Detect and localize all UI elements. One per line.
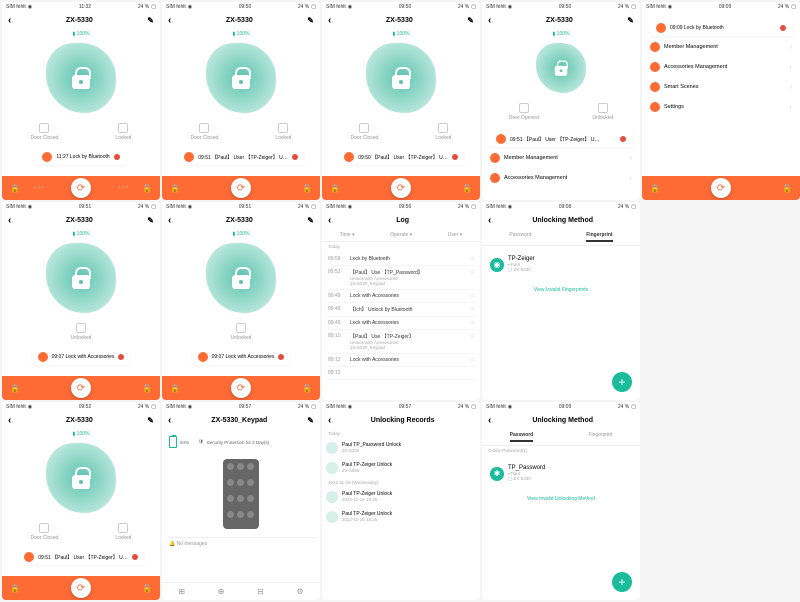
edit-icon[interactable]: ✎: [307, 216, 314, 225]
lock-screen-3: SIM fehlt◉09:5024 %▢ ‹ZX-5330✎ ▮ 100% Do…: [322, 2, 480, 200]
keypad-image: [223, 459, 259, 529]
log-item[interactable]: 09:49【Ich】 Unlock by Bluetooth⌂: [326, 303, 476, 317]
keypad-screen: SIM fehlt◉09:5724 %▢ ‹ZX-5330_Keypad✎ 84…: [162, 402, 320, 600]
unlock-slider[interactable]: 🔒⟳🔓: [322, 176, 480, 200]
log-item[interactable]: 09:10【Paul】 Use 【TP-Zeiger】Unlock with A…: [326, 330, 476, 354]
view-invalid-link[interactable]: View Invalid Unlocking Method: [482, 492, 640, 506]
page-title: ZX-5330: [11, 17, 147, 24]
alert-row[interactable]: 09:07 Lock with Accessories: [32, 349, 131, 365]
nav-icon[interactable]: ⊕: [218, 587, 225, 596]
add-button[interactable]: +: [612, 372, 632, 392]
page-title: Unlocking Method: [491, 417, 634, 424]
view-invalid-link[interactable]: View Invalid Fingerprints: [482, 283, 640, 297]
record-item[interactable]: Paul TP-Zeiger Unlock2022-11-18 18:25: [322, 487, 480, 507]
unlock-slider[interactable]: 🔒⟳🔓: [2, 376, 160, 400]
log-item[interactable]: 09:56Lock by Bluetooth⌂: [326, 253, 476, 266]
nav-icon[interactable]: ⊟: [257, 587, 264, 596]
lock-screen-11: SIM fehlt◉09:5224 %▢ ‹ZX-5330✎ ▮ 100% Do…: [2, 402, 160, 600]
edit-icon[interactable]: ✎: [147, 16, 154, 25]
edit-icon[interactable]: ✎: [307, 416, 314, 425]
log-item[interactable]: 09:49Lock with Accessories⌂: [326, 290, 476, 303]
page-title: Unlocking Records: [331, 417, 474, 424]
method-tabs[interactable]: PasswordFingerprint: [482, 429, 640, 446]
password-icon: ✱: [490, 467, 504, 481]
log-tabs[interactable]: Time ▾Operate ▾User ▾: [322, 229, 480, 242]
alert-row[interactable]: 11:27 Lock by Bluetooth: [36, 149, 125, 165]
records-screen: SIM fehlt◉09:5724 %▢ ‹Unlocking Records …: [322, 402, 480, 600]
bottom-nav[interactable]: ⊞ ⊕ ⊟ ⚙: [162, 582, 320, 600]
menu-settings[interactable]: Settings›: [646, 98, 796, 116]
menu-scenes[interactable]: Smart Scenes›: [646, 78, 796, 96]
bell-icon: [42, 152, 52, 162]
door-icon: [39, 123, 49, 133]
lock-visual: [46, 43, 116, 113]
edit-icon[interactable]: ✎: [627, 16, 634, 25]
log-item[interactable]: 09:53【Paul】 Use 【TP_Password】Unlock with…: [326, 266, 476, 290]
lock-menu-screen-2: SIM fehlt◉09:0924 %▢ 09:09 Lock by Bluet…: [642, 2, 800, 200]
alert-row[interactable]: 09:09 Lock by Bluetooth: [650, 20, 792, 36]
member-icon: [490, 153, 500, 163]
nav-icon[interactable]: ⊞: [178, 587, 185, 596]
page-title: ZX-5330_Keypad: [171, 417, 307, 424]
page-title: Log: [331, 217, 474, 224]
edit-icon[interactable]: ✎: [307, 16, 314, 25]
alert-row[interactable]: 09:51 【Paul】 User 【TP-Zeiger】 U…: [178, 149, 303, 165]
record-item[interactable]: Paul TP-Zeiger UnlockZX-5330: [322, 458, 480, 478]
fingerprint-item[interactable]: ◉ TP-Zeiger▪ Paul▢ ZX-5330: [486, 250, 636, 279]
menu-member[interactable]: Member Management›: [486, 149, 636, 167]
page-title: Unlocking Method: [491, 217, 634, 224]
log-item[interactable]: 09:12: [326, 367, 476, 380]
edit-icon[interactable]: ✎: [147, 216, 154, 225]
fingerprint-icon: ◉: [490, 258, 504, 272]
nav-icon[interactable]: ⚙: [296, 587, 303, 596]
unlock-slider[interactable]: 🔒⟳🔓: [162, 176, 320, 200]
edit-icon[interactable]: ✎: [147, 416, 154, 425]
unlock-slider[interactable]: 🔒⟳🔓: [2, 576, 160, 600]
unlock-slider[interactable]: 🔒‹ ‹ ‹⟳› › ›🔓: [2, 176, 160, 200]
edit-icon[interactable]: ✎: [467, 16, 474, 25]
unlock-slider[interactable]: 🔒⟳🔓: [162, 376, 320, 400]
lock-screen-6: SIM fehlt◉09:5124 %▢ ‹ZX-5330✎ ▮ 100% Un…: [2, 202, 160, 400]
add-button[interactable]: +: [612, 572, 632, 592]
accessories-icon: [490, 173, 500, 183]
log-item[interactable]: 09:49Lock with Accessories⌂: [326, 317, 476, 330]
lock-icon: [72, 67, 90, 89]
log-screen: SIM fehlt◉09:5624 %▢ ‹Log Time ▾Operate …: [322, 202, 480, 400]
menu-accessories[interactable]: Accessories Management›: [486, 169, 636, 187]
lock-screen-2: SIM fehlt◉09:5024 %▢ ‹ZX-5330✎ ▮ 100% Do…: [162, 2, 320, 200]
log-item[interactable]: 09:12Lock with Accessories⌂: [326, 354, 476, 367]
status-bar: SIM fehlt◉11:3224 %▢: [2, 2, 160, 12]
locked-icon: [118, 123, 128, 133]
method-tabs[interactable]: PasswordFingerprint: [482, 229, 640, 246]
alert-row[interactable]: 09:07 Lock with Accessories: [192, 349, 291, 365]
menu-accessories[interactable]: Accessories Management›: [646, 58, 796, 76]
lock-screen-1: SIM fehlt◉11:3224 %▢ ‹ZX-5330✎ ▮ 100% Do…: [2, 2, 160, 200]
battery-level: ▮ 100%: [73, 31, 90, 37]
alert-row[interactable]: 09:51 【Paul】 User 【TP-Zeiger】 U…: [490, 131, 632, 147]
slider-handle[interactable]: ⟳: [71, 178, 91, 198]
unlock-method-pw-screen: SIM fehlt◉09:0924 %▢ ‹Unlocking Method P…: [482, 402, 640, 600]
password-item[interactable]: ✱ TP_Password▪ Paul▢ ZX-5330: [486, 459, 636, 488]
record-item[interactable]: Paul TP_Password UnlockZX-5330: [322, 438, 480, 458]
battery-icon: [169, 436, 177, 448]
lock-menu-screen-1: SIM fehlt◉09:5024 %▢ ‹ZX-5330✎ ▮ 100% Do…: [482, 2, 640, 200]
unlock-slider[interactable]: 🔒⟳🔓: [642, 176, 800, 200]
avatar: [326, 442, 338, 454]
unlock-method-fp-screen: SIM fehlt◉09:0824 %▢ ‹Unlocking Method P…: [482, 202, 640, 400]
menu-member[interactable]: Member Management›: [646, 38, 796, 56]
record-item[interactable]: Paul TP-Zeiger Unlock2022-11-18 18:25: [322, 507, 480, 527]
alert-row[interactable]: 09:51 【Paul】 User 【TP-Zeiger】 U…: [18, 549, 143, 565]
alert-row[interactable]: 09:50 【Paul】 User 【TP-Zeiger】 U…: [338, 149, 463, 165]
lock-screen-7: SIM fehlt◉09:5124 %▢ ‹ZX-5330✎ ▮ 100% Un…: [162, 202, 320, 400]
